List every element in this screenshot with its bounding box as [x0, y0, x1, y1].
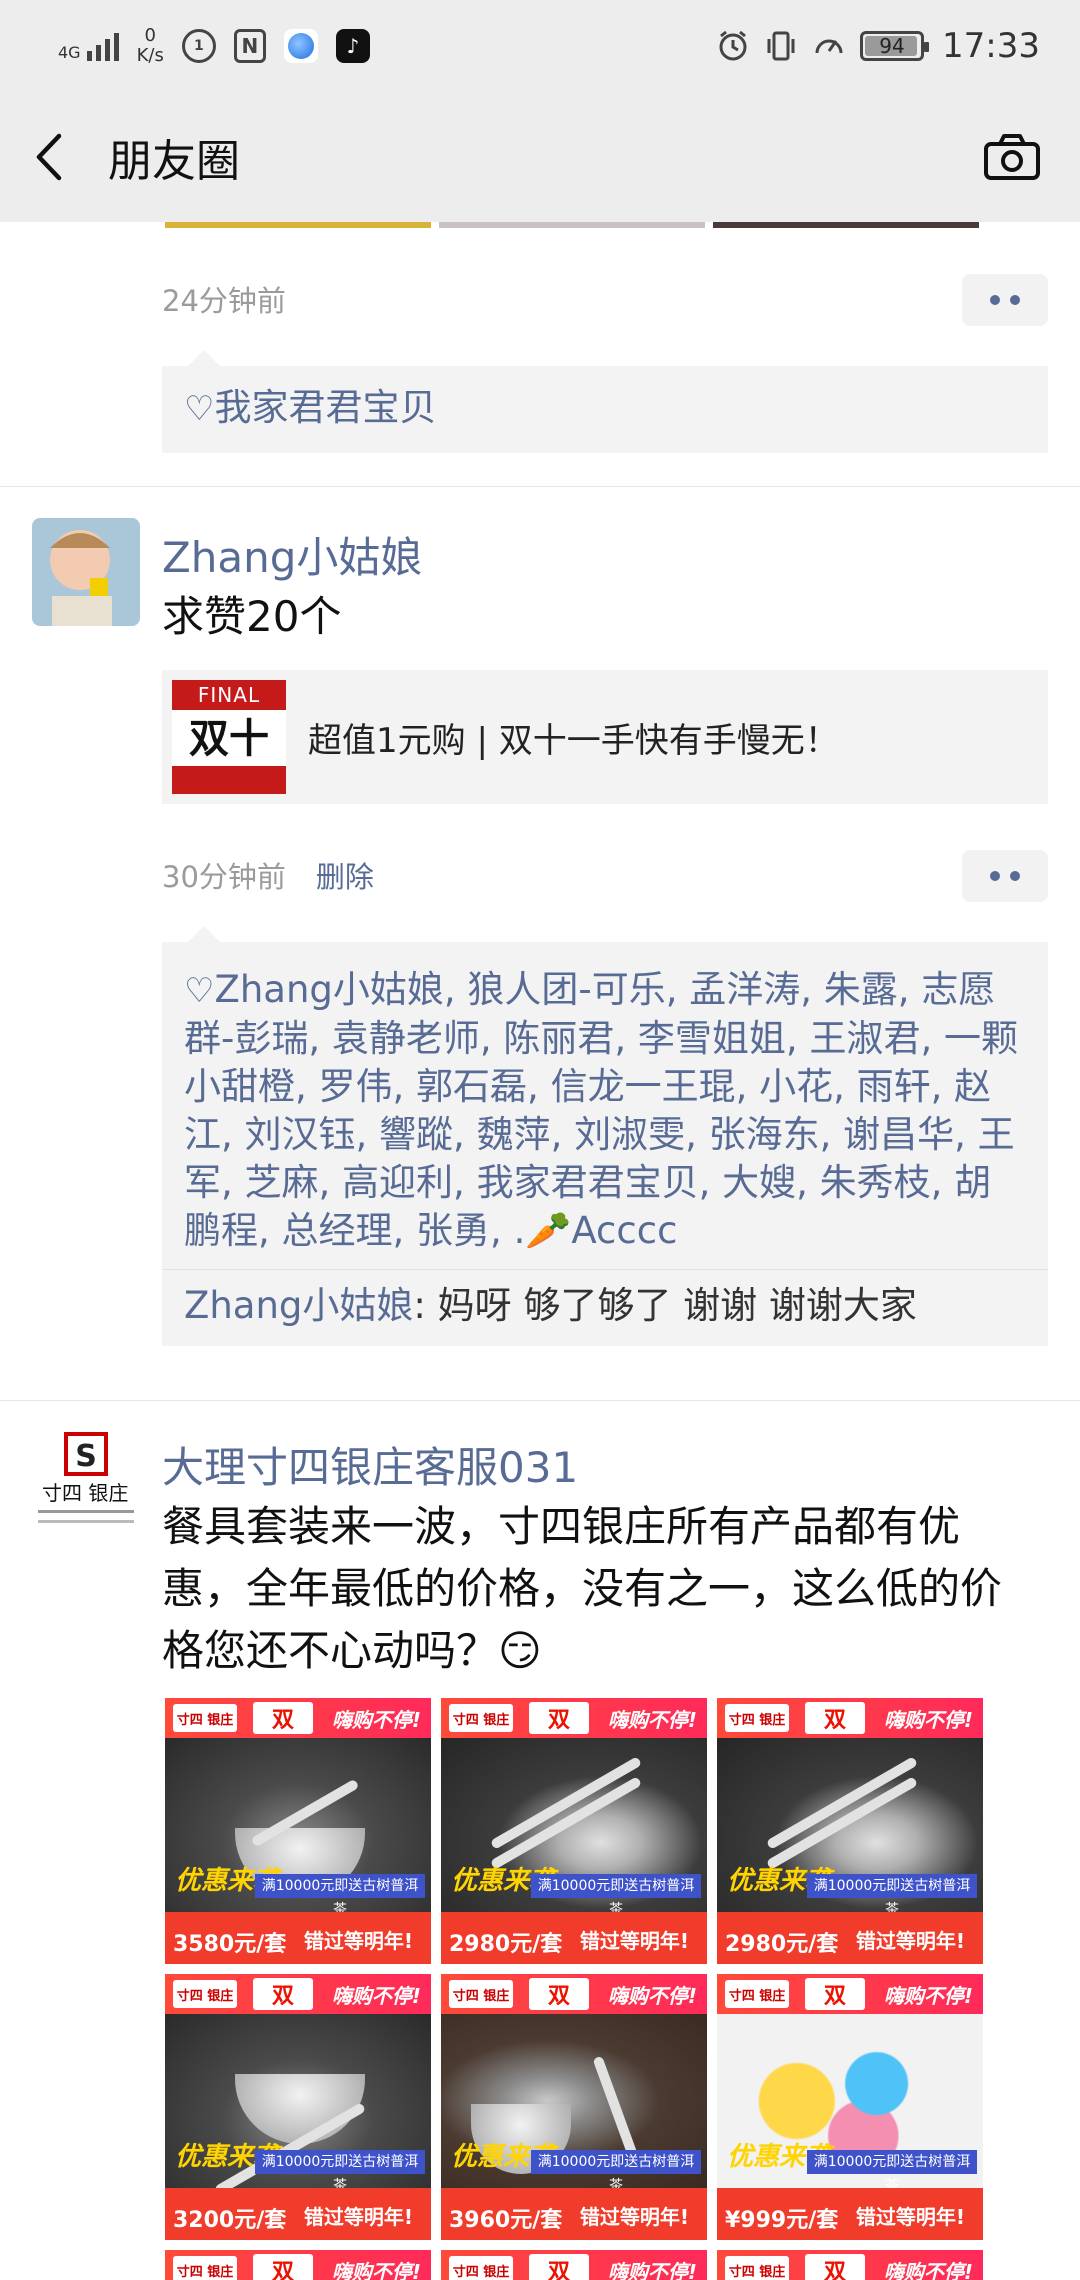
product-image[interactable]: 寸四 银庄双嗨购不停! 优惠来袭 满10000元即送古树普洱茶 2980元/套 …	[717, 1698, 983, 1964]
post-time-row: 30分钟前 删除	[162, 854, 374, 896]
dot-icon	[1010, 295, 1020, 305]
liker-names[interactable]: Zhang小姑娘, 狼人团-可乐, 孟洋涛, 朱露, 志愿群-彭瑞, 袁静老师,…	[184, 968, 1018, 1252]
camera-button[interactable]	[982, 132, 1042, 182]
post-text: 求赞20个	[162, 592, 342, 641]
page-title: 朋友圈	[108, 136, 240, 187]
post-time: 30分钟前	[162, 860, 286, 894]
camera-icon	[984, 134, 1040, 180]
signal-icon: 4G	[58, 31, 119, 61]
avatar-image	[32, 518, 140, 626]
dot-icon	[990, 871, 1000, 881]
product-image[interactable]: 寸四 银庄双嗨购不停!	[165, 2250, 431, 2280]
speed-icon	[815, 39, 843, 54]
network-type: 4G	[58, 43, 81, 62]
vibrate-icon	[767, 31, 795, 61]
hd-icon: 1	[181, 29, 216, 63]
more-actions-button[interactable]	[962, 274, 1048, 326]
link-thumbnail: FINAL SALE 双十一	[172, 680, 286, 794]
comment-text: : 妈呀 够了够了 谢谢 谢谢大家	[413, 1284, 917, 1327]
dot-icon	[1010, 871, 1020, 881]
product-image[interactable]: 寸四 银庄双嗨购不停! 优惠来袭 满10000元即送古树普洱茶 3580元/套 …	[165, 1698, 431, 1964]
title-bar: 朋友圈	[0, 92, 1080, 222]
likes-list: ♡我家君君宝贝	[162, 366, 1048, 453]
price-label: 2980元/套	[449, 1932, 563, 1957]
liker-names[interactable]: 我家君君宝贝	[214, 386, 436, 429]
svg-text:寸四 银庄: 寸四 银庄	[42, 1481, 128, 1505]
post-author[interactable]: 大理寸四银庄客服031	[162, 1434, 578, 1495]
price-label: 3580元/套	[173, 1932, 287, 1957]
moments-screen: { "status_bar": { "network": "4G", "spee…	[0, 0, 1080, 2280]
post-author[interactable]: Zhang小姑娘	[162, 524, 422, 585]
post-text: 餐具套装来一波，寸四银庄所有产品都有优惠，全年最低的价格，没有之一，这么低的价格…	[162, 1502, 1003, 1675]
shop-logo-icon: S 寸四 银庄	[32, 1428, 140, 1536]
battery-level: 94	[879, 34, 905, 58]
svg-text:S: S	[75, 1439, 97, 1474]
product-image[interactable]: 寸四 银庄双嗨购不停! 优惠来袭 满10000元即送古树普洱茶 3960元/套 …	[441, 1974, 707, 2240]
post-divider	[0, 486, 1080, 487]
heart-icon: ♡	[184, 389, 215, 429]
product-image[interactable]: 寸四 银庄双嗨购不停!	[717, 2250, 983, 2280]
price-label: 3200元/套	[173, 2208, 287, 2233]
more-actions-button[interactable]	[962, 850, 1048, 902]
nfc-icon: N	[233, 29, 266, 63]
app-icon	[283, 29, 318, 63]
image-thumb[interactable]	[713, 222, 979, 228]
product-image[interactable]: 寸四 银庄双嗨购不停!	[441, 2250, 707, 2280]
likes-box: ♡我家君君宝贝	[162, 350, 1048, 453]
product-image[interactable]: 寸四 银庄双嗨购不停! 优惠来袭 满10000元即送古树普洱茶 2980元/套 …	[441, 1698, 707, 1964]
status-bar: 4G 0 K/s 1 N ♪ 94 17:33	[0, 0, 1080, 92]
avatar[interactable]: S 寸四 银庄	[32, 1428, 140, 1536]
delete-link[interactable]: 删除	[316, 854, 374, 896]
back-button[interactable]	[0, 92, 100, 222]
net-speed: 0 K/s	[136, 25, 164, 66]
price-label: 3960元/套	[449, 2208, 563, 2233]
alarm-icon	[719, 30, 747, 61]
avatar[interactable]	[32, 518, 140, 626]
comment[interactable]: Zhang小姑娘: 妈呀 够了够了 谢谢 谢谢大家	[162, 1269, 1048, 1346]
post-time: 24分钟前	[162, 284, 286, 318]
post-divider	[0, 1400, 1080, 1401]
price-label: ¥999元/套	[725, 2208, 839, 2233]
image-thumb[interactable]	[165, 222, 431, 228]
likes-list: ♡Zhang小姑娘, 狼人团-可乐, 孟洋涛, 朱露, 志愿群-彭瑞, 袁静老师…	[162, 942, 1048, 1269]
likes-box: ♡Zhang小姑娘, 狼人团-可乐, 孟洋涛, 朱露, 志愿群-彭瑞, 袁静老师…	[162, 926, 1048, 1346]
product-image[interactable]: 寸四 银庄双嗨购不停! 优惠来袭 满10000元即送古树普洱茶 ¥999元/套 …	[717, 1974, 983, 2240]
back-arrow-icon	[36, 133, 62, 181]
product-image[interactable]: 寸四 银庄双嗨购不停! 优惠来袭 满10000元即送古树普洱茶 3200元/套 …	[165, 1974, 431, 2240]
post-time-row: 24分钟前	[162, 278, 286, 320]
shared-link-card[interactable]: FINAL SALE 双十一 超值1元购 | 双十一手快有手慢无！	[162, 670, 1048, 804]
link-title: 超值1元购 | 双十一手快有手慢无！	[308, 720, 839, 761]
previous-post-images[interactable]	[165, 222, 979, 228]
battery-icon: 94	[860, 31, 930, 61]
clock: 17:33	[942, 26, 1040, 66]
image-thumb[interactable]	[439, 222, 705, 228]
price-label: 2980元/套	[725, 1932, 839, 1957]
comment-author[interactable]: Zhang小姑娘	[184, 1284, 413, 1327]
dot-icon	[990, 295, 1000, 305]
tiktok-icon: ♪	[335, 29, 370, 63]
heart-icon: ♡	[184, 971, 215, 1011]
